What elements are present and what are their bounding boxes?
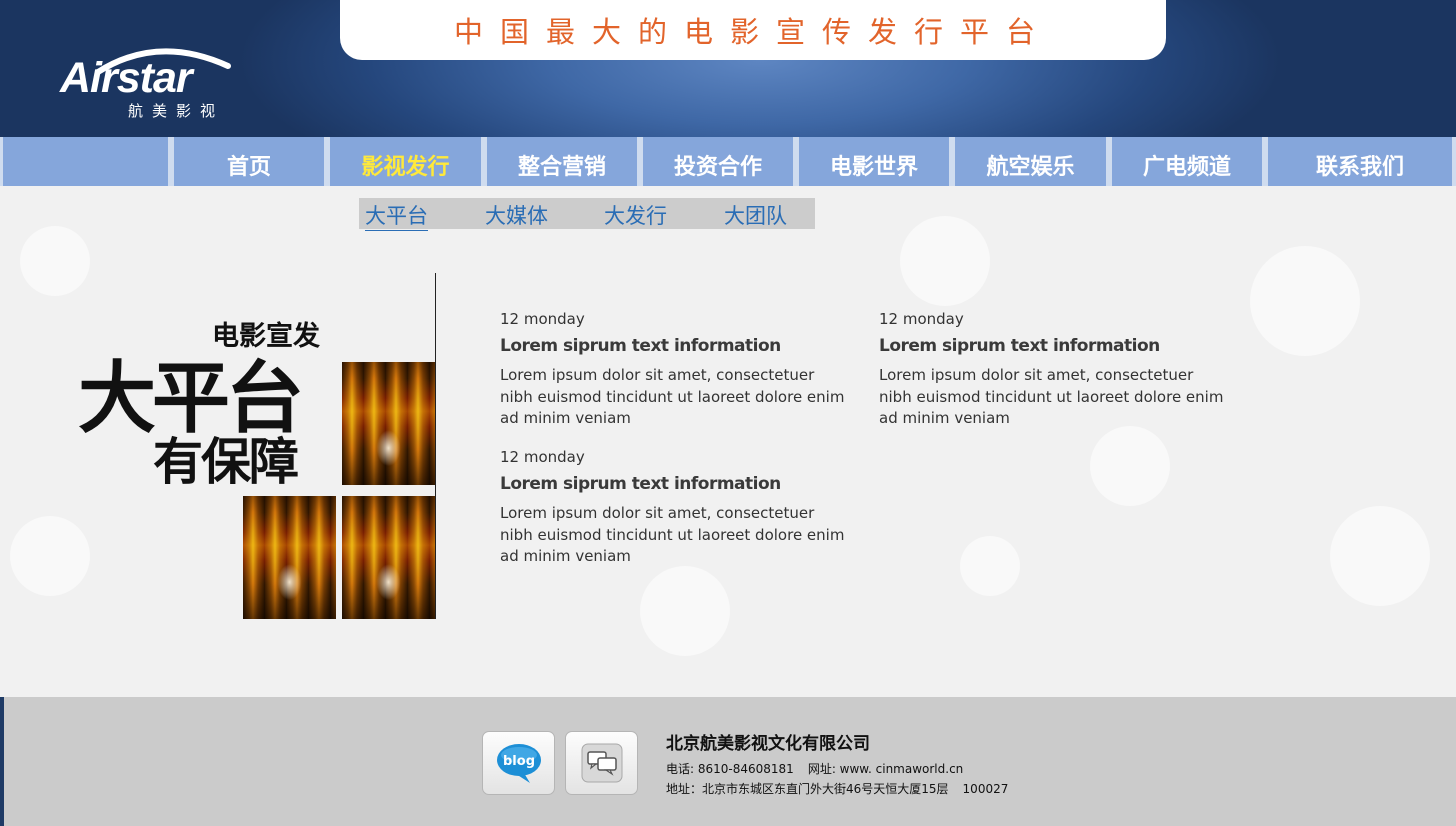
address-text: 地址：北京市东城区东直门外大街46号天恒大厦15层 xyxy=(666,782,949,796)
oscar-statue-image xyxy=(342,362,435,485)
logo-brand: Airstar xyxy=(60,54,193,102)
subnav-item-distribution[interactable]: 大发行 xyxy=(604,200,667,230)
company-name: 北京航美影视文化有限公司 xyxy=(666,734,870,754)
news-date: 12 monday xyxy=(500,448,585,466)
sub-nav: 大平台 大媒体 大发行 大团队 xyxy=(359,198,815,231)
site-footer: blog 北京航美影视文化有限公司 电话: 8610-84608181 网址: w… xyxy=(0,697,1456,826)
news-body: Lorem ipsum dolor sit amet, consectetuer… xyxy=(500,366,845,427)
nav-item-blank xyxy=(3,137,168,186)
bokeh-decoration xyxy=(960,536,1020,596)
bokeh-decoration xyxy=(1250,246,1360,356)
postcode-text: 100027 xyxy=(962,782,1009,796)
address-line: 地址：北京市东城区东直门外大街46号天恒大厦15层 100027 xyxy=(666,780,1008,797)
blog-bubble-icon: blog xyxy=(496,744,541,783)
nav-item-home[interactable]: 首页 xyxy=(174,137,324,186)
oscar-statue-image xyxy=(342,496,435,619)
news-body: Lorem ipsum dolor sit amet, consectetuer… xyxy=(500,504,845,565)
website-link[interactable]: 网址: www. cinmaworld.cn xyxy=(808,762,963,776)
oscar-statue-image xyxy=(243,496,336,619)
logo-subtitle: 航美影视 xyxy=(128,102,225,120)
contact-line: 电话: 8610-84608181 网址: www. cinmaworld.cn xyxy=(666,760,963,777)
bokeh-decoration xyxy=(900,216,990,306)
nav-item-film-world[interactable]: 电影世界 xyxy=(799,137,949,186)
bokeh-decoration xyxy=(20,226,90,296)
promo-sub-text: 有保障 xyxy=(153,433,299,491)
bokeh-decoration xyxy=(1330,506,1430,606)
nav-item-broadcast[interactable]: 广电频道 xyxy=(1112,137,1262,186)
news-item[interactable]: 12 monday Lorem siprum text information … xyxy=(500,448,860,568)
chat-button[interactable] xyxy=(565,731,638,795)
slogan-banner: 中国最大的电影宣传发行平台 xyxy=(340,0,1166,60)
phone-text: 电话: 8610-84608181 xyxy=(666,762,794,776)
news-item[interactable]: 12 monday Lorem siprum text information … xyxy=(500,310,860,430)
bokeh-decoration xyxy=(640,566,730,656)
blog-button[interactable]: blog xyxy=(482,731,555,795)
main-content: 大平台 大媒体 大发行 大团队 电影宣发 大平台 有保障 12 monday L… xyxy=(0,186,1456,697)
airstar-logo[interactable]: Airstar 航美影视 xyxy=(58,38,258,122)
subnav-item-team[interactable]: 大团队 xyxy=(724,200,787,230)
news-date: 12 monday xyxy=(879,310,964,328)
vertical-divider xyxy=(435,273,436,619)
bokeh-decoration xyxy=(10,516,90,596)
news-title[interactable]: Lorem siprum text information xyxy=(500,474,860,494)
news-title[interactable]: Lorem siprum text information xyxy=(500,336,860,356)
news-date: 12 monday xyxy=(500,310,585,328)
news-item[interactable]: 12 monday Lorem siprum text information … xyxy=(879,310,1239,430)
nav-item-contact[interactable]: 联系我们 xyxy=(1268,137,1452,186)
subnav-item-media[interactable]: 大媒体 xyxy=(485,200,548,230)
nav-item-air-entertainment[interactable]: 航空娱乐 xyxy=(955,137,1106,186)
subnav-item-platform[interactable]: 大平台 xyxy=(365,200,428,231)
site-header: Airstar 航美影视 中国最大的电影宣传发行平台 xyxy=(0,0,1456,137)
blog-label: blog xyxy=(503,754,535,769)
news-title[interactable]: Lorem siprum text information xyxy=(879,336,1239,356)
bokeh-decoration xyxy=(1090,426,1170,506)
nav-item-investment[interactable]: 投资合作 xyxy=(643,137,793,186)
main-nav: 首页 影视发行 整合营销 投资合作 电影世界 航空娱乐 广电频道 联系我们 xyxy=(0,137,1456,186)
slogan-text: 中国最大的电影宣传发行平台 xyxy=(453,15,1052,49)
news-body: Lorem ipsum dolor sit amet, consectetuer… xyxy=(879,366,1224,427)
nav-item-film-distribution[interactable]: 影视发行 xyxy=(330,137,481,186)
chat-icon xyxy=(581,743,622,783)
nav-item-integrated-marketing[interactable]: 整合营销 xyxy=(487,137,637,186)
